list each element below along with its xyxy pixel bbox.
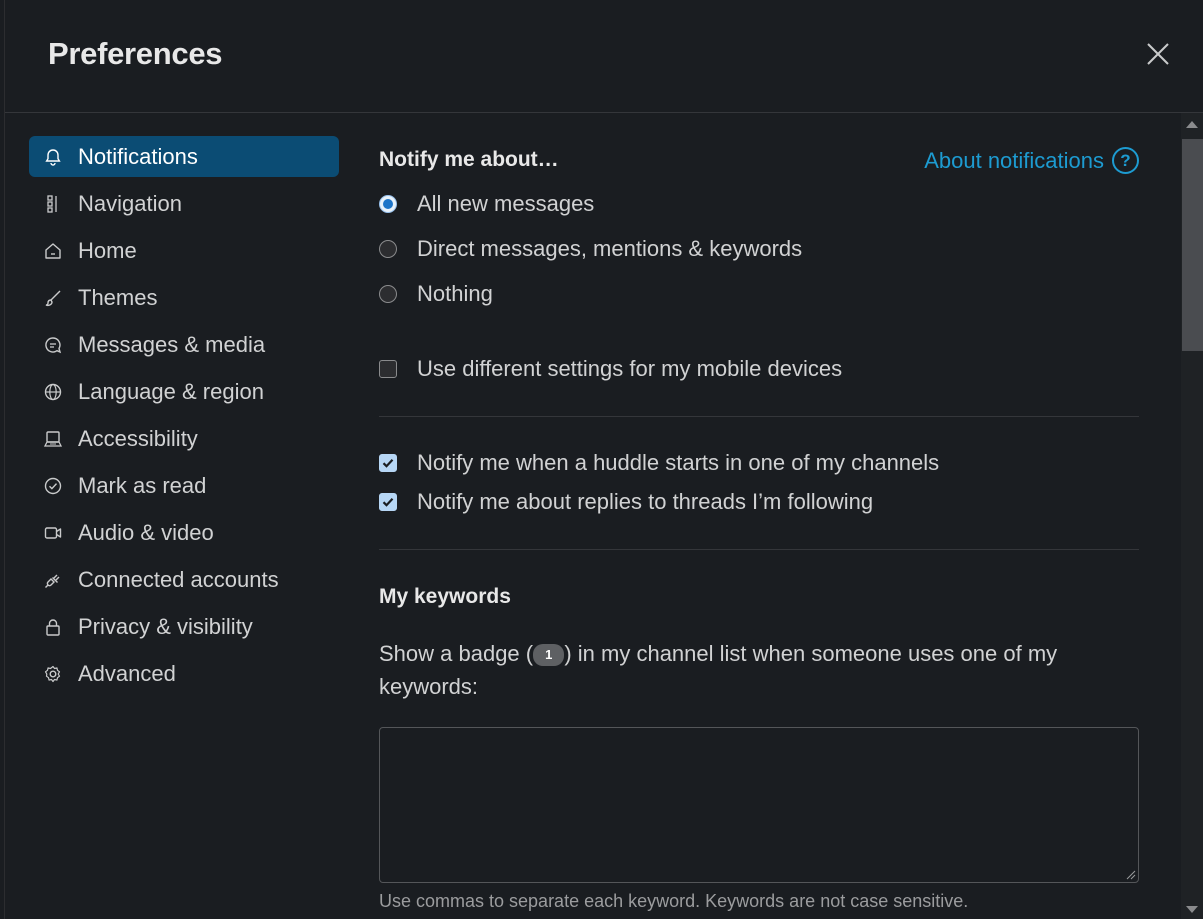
option-label: All new messages — [417, 191, 595, 216]
sidebar-item-accessibility[interactable]: Accessibility — [29, 418, 339, 459]
sidebar-item-label: Themes — [78, 284, 158, 310]
sidebar-item-label: Mark as read — [78, 472, 207, 498]
divider — [379, 549, 1139, 550]
sidebar-item-label: Navigation — [78, 190, 182, 216]
bell-icon — [42, 146, 64, 168]
sidebar-item-label: Notifications — [78, 143, 198, 169]
scroll-up-arrow-icon[interactable] — [1186, 121, 1198, 128]
option-nothing[interactable]: Nothing — [379, 281, 493, 307]
sidebar-item-label: Messages & media — [78, 331, 266, 357]
close-icon — [1147, 43, 1169, 65]
sidebar-item-label: Privacy & visibility — [78, 613, 253, 639]
checkbox-label: Notify me when a huddle starts in one of… — [417, 450, 940, 475]
brush-icon — [42, 287, 64, 309]
home-icon — [42, 240, 64, 262]
sidebar-item-advanced[interactable]: Advanced — [29, 653, 339, 694]
option-direct-mentions-keywords[interactable]: Direct messages, mentions & keywords — [379, 236, 802, 262]
scrollbar-thumb[interactable] — [1182, 139, 1203, 351]
sidebar-item-privacy-visibility[interactable]: Privacy & visibility — [29, 606, 339, 647]
threads-notify-option[interactable]: Notify me about replies to threads I’m f… — [379, 489, 873, 515]
notifications-panel: Notify me about… About notifications ? A… — [379, 113, 1139, 919]
keywords-description: Show a badge (1) in my channel list when… — [379, 637, 1099, 703]
sidebar-item-notifications[interactable]: Notifications — [29, 136, 339, 177]
option-label: Direct messages, mentions & keywords — [417, 236, 803, 261]
modal-header: Preferences — [5, 0, 1203, 113]
sidebar-item-label: Audio & video — [78, 519, 214, 545]
preferences-modal: Preferences Notifications Navigation Hom… — [4, 0, 1203, 919]
radio-all-new-messages[interactable] — [379, 195, 397, 213]
sidebar-item-label: Accessibility — [78, 425, 198, 451]
sidebar-item-navigation[interactable]: Navigation — [29, 183, 339, 224]
radio-nothing[interactable] — [379, 285, 397, 303]
modal-title: Preferences — [48, 36, 223, 71]
threads-notify-checkbox[interactable] — [379, 493, 397, 511]
keyboard-icon — [42, 428, 64, 450]
radio-direct-mentions-keywords[interactable] — [379, 240, 397, 258]
checkbox-label: Notify me about replies to threads I’m f… — [417, 489, 874, 514]
sidebar-item-home[interactable]: Home — [29, 230, 339, 271]
sidebar-item-label: Advanced — [78, 660, 176, 686]
sidebar-item-label: Language & region — [78, 378, 264, 404]
close-button[interactable] — [1143, 39, 1173, 69]
navigation-icon — [42, 193, 64, 215]
keywords-title: My keywords — [379, 585, 511, 608]
option-label: Nothing — [417, 281, 493, 306]
sidebar-item-themes[interactable]: Themes — [29, 277, 339, 318]
gear-icon — [42, 663, 64, 685]
scrollbar[interactable] — [1181, 113, 1203, 919]
sidebar-item-audio-video[interactable]: Audio & video — [29, 512, 339, 553]
help-icon: ? — [1112, 147, 1139, 174]
message-icon — [42, 334, 64, 356]
sidebar-item-label: Home — [78, 237, 137, 263]
option-all-new-messages[interactable]: All new messages — [379, 191, 594, 217]
huddle-notify-option[interactable]: Notify me when a huddle starts in one of… — [379, 450, 939, 476]
divider — [379, 416, 1139, 417]
about-notifications-link[interactable]: About notifications ? — [924, 147, 1139, 174]
notify-section-title: Notify me about… — [379, 148, 559, 171]
checkmark-icon — [382, 458, 394, 468]
resize-handle-icon[interactable] — [1124, 868, 1136, 880]
sidebar-item-language-region[interactable]: Language & region — [29, 371, 339, 412]
keywords-hint: Use commas to separate each keyword. Key… — [379, 891, 969, 911]
about-notifications-label: About notifications — [924, 147, 1104, 173]
globe-icon — [42, 381, 64, 403]
mobile-settings-checkbox[interactable] — [379, 360, 397, 378]
scroll-down-arrow-icon[interactable] — [1186, 906, 1198, 913]
sidebar-item-label: Connected accounts — [78, 566, 279, 592]
sidebar-item-mark-as-read[interactable]: Mark as read — [29, 465, 339, 506]
mobile-settings-option[interactable]: Use different settings for my mobile dev… — [379, 356, 842, 382]
checkmark-icon — [382, 497, 394, 507]
sidebar-item-connected-accounts[interactable]: Connected accounts — [29, 559, 339, 600]
huddle-notify-checkbox[interactable] — [379, 454, 397, 472]
sidebar-item-messages-media[interactable]: Messages & media — [29, 324, 339, 365]
plug-icon — [42, 569, 64, 591]
video-icon — [42, 522, 64, 544]
keywords-textarea[interactable] — [379, 727, 1139, 883]
count-badge: 1 — [533, 644, 565, 667]
checkbox-label: Use different settings for my mobile dev… — [417, 356, 843, 381]
lock-icon — [42, 616, 64, 638]
preferences-sidebar: Notifications Navigation Home Themes Mes… — [29, 136, 339, 700]
keywords-desc-before: Show a badge ( — [379, 641, 534, 666]
check-circle-icon — [42, 475, 64, 497]
